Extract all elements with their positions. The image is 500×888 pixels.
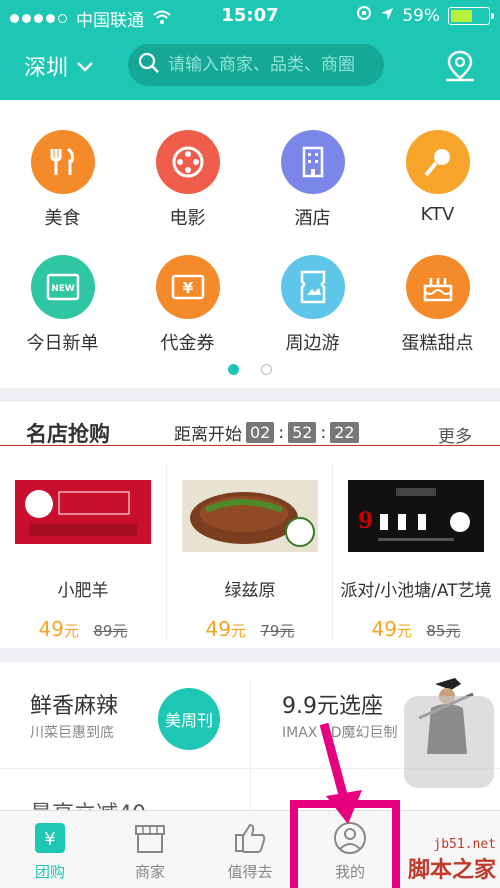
- section-title: 名店抢购: [26, 422, 110, 446]
- building-icon: [280, 130, 345, 194]
- category-movie[interactable]: 电影: [125, 130, 250, 250]
- divider: [250, 678, 251, 812]
- product-card[interactable]: 9 派对/小池塘/AT艺境 49元 85元: [333, 462, 499, 648]
- product-price: 49元 89元: [0, 617, 166, 641]
- countdown-seconds: 22: [330, 422, 359, 443]
- promo-badge[interactable]: 美周刊: [158, 688, 220, 750]
- product-name: 绿兹原: [224, 581, 276, 601]
- film-reel-icon: [155, 130, 220, 194]
- search-input[interactable]: [168, 55, 378, 75]
- original-price: 79元: [260, 622, 295, 640]
- category-label: 电影: [169, 208, 206, 229]
- category-label: KTV: [420, 204, 455, 225]
- category-nearby-travel[interactable]: 周边游: [250, 255, 375, 375]
- price-unit: 元: [230, 622, 246, 640]
- price-value: 49: [38, 617, 64, 641]
- category-cake[interactable]: 蛋糕甜点: [375, 255, 500, 375]
- tab-label: 商家: [134, 863, 165, 881]
- category-label: 蛋糕甜点: [401, 333, 474, 354]
- watermark-name: 脚本之家: [407, 858, 496, 883]
- tab-groupbuy[interactable]: ¥ 团购: [0, 811, 100, 888]
- search-icon: [138, 52, 160, 78]
- city-selector[interactable]: 深圳: [24, 50, 94, 82]
- city-name: 深圳: [24, 56, 69, 81]
- battery-icon: [448, 6, 494, 25]
- price-value: 49: [371, 617, 397, 641]
- category-label: 周边游: [285, 333, 340, 354]
- original-price: 89元: [93, 622, 128, 640]
- svg-text:NEW: NEW: [51, 284, 75, 294]
- flash-sale-section: 名店抢购 距离开始 02: 52: 22 更多 小肥羊 49元 89元 绿兹原 …: [0, 402, 500, 648]
- countdown: 距离开始 02: 52: 22: [174, 420, 359, 445]
- product-image: [15, 480, 151, 552]
- product-image: 9: [348, 480, 484, 552]
- product-image: [182, 480, 318, 552]
- microphone-icon: [405, 130, 470, 194]
- countdown-label: 距离开始: [174, 425, 242, 445]
- svg-text:¥: ¥: [44, 829, 55, 850]
- price-unit: 元: [396, 622, 412, 640]
- battery-percent: 59%: [402, 5, 440, 26]
- store-icon: [133, 821, 167, 855]
- status-bar: 中国联通 15:07 59%: [0, 0, 500, 32]
- category-food[interactable]: 美食: [0, 130, 125, 250]
- product-card[interactable]: 绿兹原 49元 79元: [167, 462, 333, 648]
- thumbs-up-icon: [233, 821, 267, 855]
- page-dot[interactable]: [261, 364, 272, 375]
- product-price: 49元 85元: [333, 617, 499, 641]
- tab-worth-going[interactable]: 值得去: [200, 811, 300, 888]
- countdown-hours: 02: [246, 422, 275, 443]
- more-link[interactable]: 更多: [438, 422, 472, 447]
- search-bar[interactable]: [128, 44, 384, 86]
- category-label: 酒店: [294, 208, 331, 229]
- tab-stores[interactable]: 商家: [100, 811, 200, 888]
- tab-label: 值得去: [227, 863, 273, 881]
- category-label: 代金券: [160, 333, 215, 354]
- page-dot-active[interactable]: [228, 364, 239, 375]
- product-name: 派对/小池塘/AT艺境: [340, 581, 492, 601]
- category-hotel[interactable]: 酒店: [250, 130, 375, 250]
- cake-icon: [405, 255, 470, 319]
- category-grid: 美食 电影 酒店 KTV NEW 今日新单 ¥ 代金券 周边游 蛋糕甜点: [0, 100, 500, 388]
- rotation-lock-icon: [356, 5, 372, 26]
- map-location-button[interactable]: [440, 46, 480, 86]
- svg-text:9: 9: [358, 508, 373, 534]
- new-badge-icon: NEW: [30, 255, 95, 319]
- category-label: 今日新单: [26, 333, 99, 354]
- voucher-icon: ¥: [155, 255, 220, 319]
- groupbuy-icon: ¥: [33, 821, 67, 855]
- watermark: jb51.net 脚本之家: [408, 837, 496, 884]
- product-name: 小肥羊: [57, 581, 109, 601]
- promo-subtitle: 川菜巨惠到底: [30, 725, 114, 741]
- original-price: 85元: [426, 622, 461, 640]
- ticket-icon: [280, 255, 345, 319]
- location-arrow-icon: [380, 6, 394, 26]
- countdown-minutes: 52: [288, 422, 317, 443]
- page-indicator[interactable]: [0, 364, 500, 375]
- tab-label: 团购: [34, 863, 65, 881]
- floating-assistive-button[interactable]: [404, 696, 494, 788]
- product-card[interactable]: 小肥羊 49元 89元: [0, 462, 166, 648]
- chevron-down-icon: [76, 54, 94, 79]
- category-ktv[interactable]: KTV: [375, 130, 500, 250]
- cutlery-icon: [30, 130, 95, 194]
- promo-title[interactable]: 9.9元选座: [282, 688, 383, 720]
- promo-title[interactable]: 鲜香麻辣: [30, 688, 118, 720]
- category-label: 美食: [44, 208, 81, 229]
- map-pin-icon: [446, 50, 474, 82]
- category-voucher[interactable]: ¥ 代金券: [125, 255, 250, 375]
- category-new-deals[interactable]: NEW 今日新单: [0, 255, 125, 375]
- product-price: 49元 79元: [167, 617, 333, 641]
- watermark-site: jb51.net: [433, 837, 496, 852]
- pointer-arrow-icon: [319, 722, 362, 824]
- price-value: 49: [205, 617, 231, 641]
- price-unit: 元: [63, 622, 79, 640]
- flash-sale-header: 名店抢购 距离开始 02: 52: 22 更多: [0, 402, 500, 447]
- svg-text:¥: ¥: [182, 279, 193, 297]
- top-bar: 中国联通 15:07 59% 深圳: [0, 0, 500, 100]
